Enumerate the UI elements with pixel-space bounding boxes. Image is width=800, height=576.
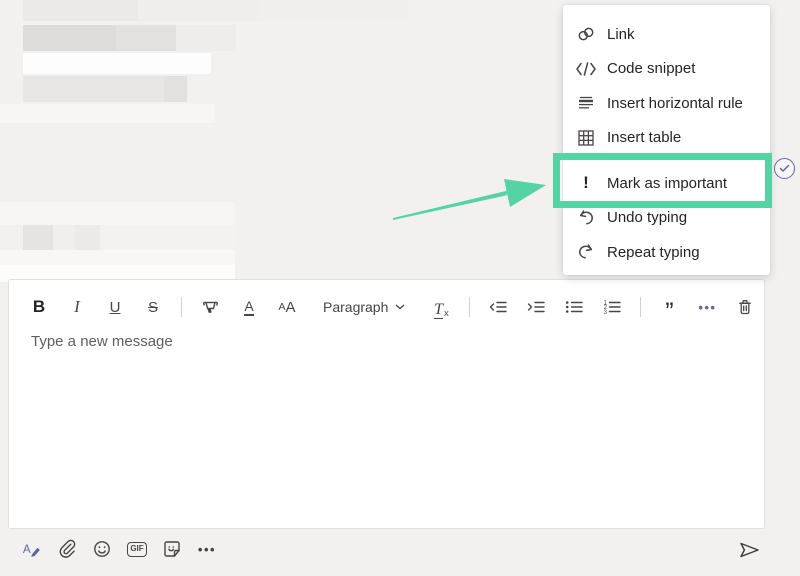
- menu-item-label: Insert table: [607, 129, 681, 146]
- toolbar-divider: [181, 297, 182, 317]
- format-button[interactable]: A: [22, 538, 42, 560]
- menu-item-repeat-typing[interactable]: Repeat typing: [563, 235, 770, 270]
- horizontal-rule-icon: [575, 93, 597, 113]
- format-a-pen-icon: A: [22, 539, 42, 559]
- message-composer: B I U S A AA Paragraph T: [8, 279, 765, 529]
- highlight-color-button[interactable]: [200, 295, 221, 319]
- emoji-button[interactable]: [92, 538, 112, 560]
- message-input[interactable]: Type a new message: [31, 333, 764, 350]
- strikethrough-button[interactable]: S: [143, 295, 163, 319]
- italic-button[interactable]: I: [67, 295, 87, 319]
- emoji-icon: [92, 539, 112, 559]
- bulleted-list-button[interactable]: [564, 295, 584, 319]
- bold-glyph: B: [33, 297, 45, 317]
- menu-item-label: Insert horizontal rule: [607, 95, 743, 112]
- outdent-icon: [488, 298, 508, 316]
- menu-item-code-snippet[interactable]: Code snippet: [563, 52, 770, 87]
- menu-item-undo-typing[interactable]: Undo typing: [563, 201, 770, 236]
- redo-icon: [575, 242, 597, 262]
- delete-draft-button[interactable]: [735, 295, 755, 319]
- chevron-down-icon: [395, 304, 405, 310]
- more-dots-glyph: •••: [198, 542, 216, 557]
- send-button[interactable]: [738, 540, 761, 560]
- actions-more-button[interactable]: •••: [197, 538, 217, 560]
- check-circle-badge: [774, 158, 795, 179]
- italic-glyph: I: [74, 297, 80, 317]
- underline-button[interactable]: U: [105, 295, 125, 319]
- paragraph-dropdown[interactable]: Paragraph: [323, 299, 405, 315]
- menu-item-mark-as-important[interactable]: ! Mark as important: [563, 166, 770, 201]
- outdent-button[interactable]: [488, 295, 508, 319]
- menu-item-label: Code snippet: [607, 60, 695, 77]
- menu-item-label: Undo typing: [607, 209, 687, 226]
- more-dots-glyph: •••: [698, 300, 716, 315]
- sticker-button[interactable]: [162, 538, 182, 560]
- gif-button[interactable]: GIF: [127, 538, 147, 560]
- menu-item-label: Link: [607, 26, 635, 43]
- important-icon: !: [575, 173, 597, 193]
- bulleted-list-icon: [564, 298, 584, 316]
- undo-icon: [575, 208, 597, 228]
- paragraph-label: Paragraph: [323, 299, 388, 315]
- font-size-button[interactable]: AA: [277, 295, 297, 319]
- indent-icon: [526, 298, 546, 316]
- toolbar-divider: [469, 297, 470, 317]
- paperclip-icon: [57, 539, 77, 559]
- quote-glyph: ”: [665, 297, 673, 317]
- font-size-small-glyph: A: [278, 301, 285, 313]
- bold-button[interactable]: B: [29, 295, 49, 319]
- link-icon: [575, 24, 597, 44]
- underline-glyph: U: [110, 299, 121, 316]
- indent-button[interactable]: [526, 295, 546, 319]
- menu-item-label: Repeat typing: [607, 244, 700, 261]
- send-plane-icon: [738, 540, 761, 560]
- annotation-arrow: [383, 173, 558, 228]
- format-context-menu: Link Code snippet Insert horizontal: [563, 5, 770, 275]
- clear-formatting-button[interactable]: T x: [431, 295, 451, 319]
- clear-format-t-glyph: T: [434, 302, 443, 319]
- menu-item-insert-table[interactable]: Insert table: [563, 121, 770, 156]
- numbered-list-icon: 1 2 3: [602, 298, 622, 316]
- format-toolbar: B I U S A AA Paragraph T: [29, 295, 750, 319]
- numbered-list-button[interactable]: 1 2 3: [602, 295, 622, 319]
- code-icon: [575, 61, 597, 77]
- svg-text:3: 3: [604, 310, 608, 316]
- table-icon: [575, 128, 597, 148]
- gif-icon: GIF: [127, 542, 147, 557]
- sticker-icon: [162, 539, 182, 559]
- trash-icon: [735, 297, 755, 317]
- strikethrough-glyph: S: [148, 299, 158, 316]
- toolbar-divider: [640, 297, 641, 317]
- menu-item-horizontal-rule[interactable]: Insert horizontal rule: [563, 86, 770, 121]
- toolbar-more-button[interactable]: •••: [697, 295, 717, 319]
- menu-item-label: Mark as important: [607, 175, 727, 192]
- menu-item-link[interactable]: Link: [563, 17, 770, 52]
- teams-chat-screen: Link Code snippet Insert horizontal: [0, 0, 800, 576]
- quote-button[interactable]: ”: [659, 295, 679, 319]
- attach-button[interactable]: [57, 538, 77, 560]
- font-size-large-glyph: A: [286, 299, 296, 316]
- composer-action-bar: A GIF •••: [22, 538, 217, 560]
- svg-text:A: A: [23, 543, 31, 556]
- font-color-button[interactable]: A: [239, 295, 259, 319]
- highlighter-icon: [200, 298, 221, 317]
- clear-format-x-glyph: x: [444, 308, 449, 319]
- font-color-glyph: A: [244, 299, 253, 316]
